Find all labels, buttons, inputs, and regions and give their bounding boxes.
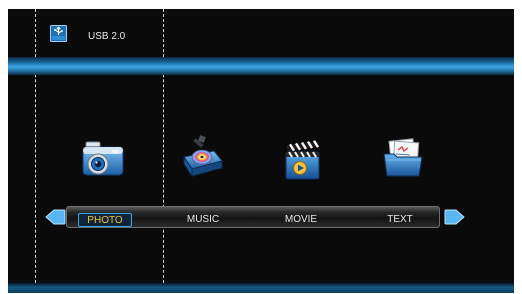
camera-icon[interactable] bbox=[80, 134, 126, 180]
arrow-left-icon[interactable] bbox=[44, 208, 66, 226]
top-divider-bar bbox=[8, 57, 514, 75]
document-icon[interactable] bbox=[380, 134, 426, 180]
bottom-divider-bar bbox=[8, 283, 514, 293]
clapperboard-icon[interactable] bbox=[280, 138, 326, 184]
music-projector-icon[interactable] bbox=[180, 135, 226, 181]
menu-item-text[interactable]: TEXT bbox=[378, 213, 422, 227]
menu-item-music[interactable]: MUSIC bbox=[178, 213, 228, 227]
media-player-screen: USB 2.0 PHOTO MUSIC MOVIE TEXT bbox=[8, 9, 514, 293]
menu-item-movie[interactable]: MOVIE bbox=[276, 213, 326, 227]
usb-drive-icon bbox=[50, 25, 67, 42]
device-label: USB 2.0 bbox=[88, 31, 126, 42]
arrow-right-icon[interactable] bbox=[444, 208, 466, 226]
menu-item-photo[interactable]: PHOTO bbox=[78, 213, 132, 227]
header: USB 2.0 bbox=[8, 9, 514, 57]
